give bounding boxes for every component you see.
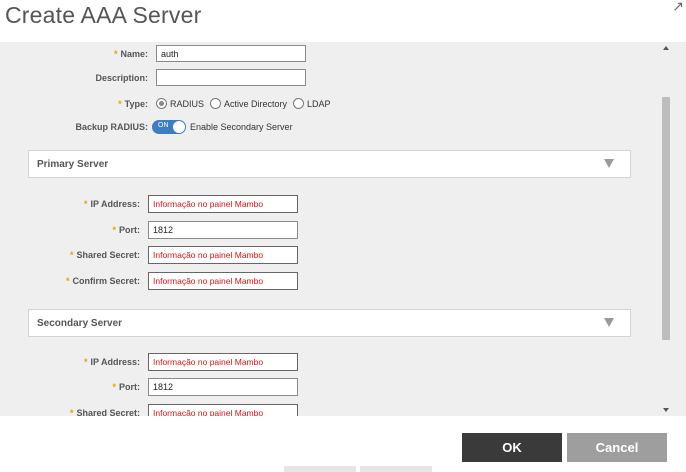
radio-selected-icon[interactable] bbox=[156, 98, 167, 109]
name-row: * Name: auth bbox=[0, 45, 306, 62]
ok-button[interactable]: OK bbox=[462, 433, 562, 462]
ip-label: * IP Address: bbox=[83, 199, 140, 209]
bottom-strip bbox=[284, 466, 356, 472]
primary-confirm-row: * Confirm Secret: Informação no painel Ma… bbox=[0, 272, 298, 290]
primary-port-row: * Port: 1812 bbox=[0, 221, 298, 239]
backup-radius-row: Backup RADIUS: ON Enable Secondary Serve… bbox=[0, 120, 293, 134]
type-ldap-option[interactable]: LDAP bbox=[293, 98, 331, 109]
name-input[interactable]: auth bbox=[156, 45, 306, 62]
type-active-directory-option[interactable]: Active Directory bbox=[210, 98, 287, 109]
description-input[interactable] bbox=[156, 69, 306, 86]
backup-radius-text: Enable Secondary Server bbox=[190, 122, 293, 132]
primary-secret-row: * Shared Secret: Informação no painel Mam… bbox=[0, 246, 298, 264]
description-row: Description: bbox=[0, 69, 306, 86]
scrollbar-thumb[interactable] bbox=[662, 97, 670, 340]
secondary-server-section[interactable]: Secondary Server bbox=[28, 309, 631, 337]
confirm-secret-label: * Confirm Secret: bbox=[65, 276, 140, 286]
type-radius-option[interactable]: RADIUS bbox=[156, 98, 204, 109]
primary-port-input[interactable]: 1812 bbox=[148, 221, 298, 239]
section-title: Primary Server bbox=[37, 159, 109, 170]
secondary-ip-input[interactable]: Informação no painel Mambo bbox=[148, 353, 298, 371]
type-row: * Type: RADIUS Active Directory LDAP bbox=[0, 98, 337, 109]
collapse-chevron-icon[interactable] bbox=[604, 159, 614, 168]
name-label: * Name: bbox=[113, 48, 148, 59]
toggle-knob bbox=[173, 121, 185, 133]
radio-icon[interactable] bbox=[293, 98, 305, 109]
secondary-shared-secret-input[interactable]: Informação no painel Mambo bbox=[148, 404, 298, 416]
primary-confirm-secret-input[interactable]: Informação no painel Mambo bbox=[148, 272, 298, 290]
secondary-secret-row: * Shared Secret: Informação no painel Mam… bbox=[0, 404, 298, 416]
description-label: Description: bbox=[95, 72, 148, 83]
close-icon[interactable]: ↗ bbox=[672, 0, 684, 13]
scroll-down-arrow-icon[interactable] bbox=[663, 408, 669, 412]
shared-secret-label: * Shared Secret: bbox=[69, 408, 140, 416]
type-label: * Type: bbox=[118, 98, 148, 109]
dialog-title: Create AAA Server bbox=[5, 2, 202, 28]
port-label: * Port: bbox=[112, 382, 140, 392]
secondary-ip-row: * IP Address: Informação no painel Mambo bbox=[0, 353, 298, 371]
create-aaa-server-dialog: Create AAA Server ↗ * Name: auth Descript… bbox=[0, 0, 686, 472]
primary-server-section[interactable]: Primary Server bbox=[28, 150, 631, 178]
collapse-chevron-icon[interactable] bbox=[604, 318, 614, 327]
primary-ip-row: * IP Address: Informação no painel Mambo bbox=[0, 195, 298, 213]
primary-ip-input[interactable]: Informação no painel Mambo bbox=[148, 195, 298, 213]
vertical-scrollbar[interactable] bbox=[659, 42, 673, 416]
backup-radius-toggle[interactable]: ON bbox=[152, 120, 186, 134]
section-title: Secondary Server bbox=[37, 318, 123, 329]
secondary-port-input[interactable]: 1812 bbox=[148, 378, 298, 396]
backup-radius-label: Backup RADIUS: bbox=[75, 122, 148, 132]
ip-label: * IP Address: bbox=[83, 357, 140, 367]
radio-icon[interactable] bbox=[210, 98, 222, 109]
bottom-strip bbox=[360, 466, 432, 472]
primary-shared-secret-input[interactable]: Informação no painel Mambo bbox=[148, 246, 298, 264]
cancel-button[interactable]: Cancel bbox=[567, 433, 667, 462]
port-label: * Port: bbox=[112, 225, 140, 235]
shared-secret-label: * Shared Secret: bbox=[69, 250, 140, 260]
form-body: * Name: auth Description: * Type: RADIUS A… bbox=[0, 42, 686, 416]
scroll-up-arrow-icon[interactable] bbox=[663, 46, 669, 50]
secondary-port-row: * Port: 1812 bbox=[0, 378, 298, 396]
